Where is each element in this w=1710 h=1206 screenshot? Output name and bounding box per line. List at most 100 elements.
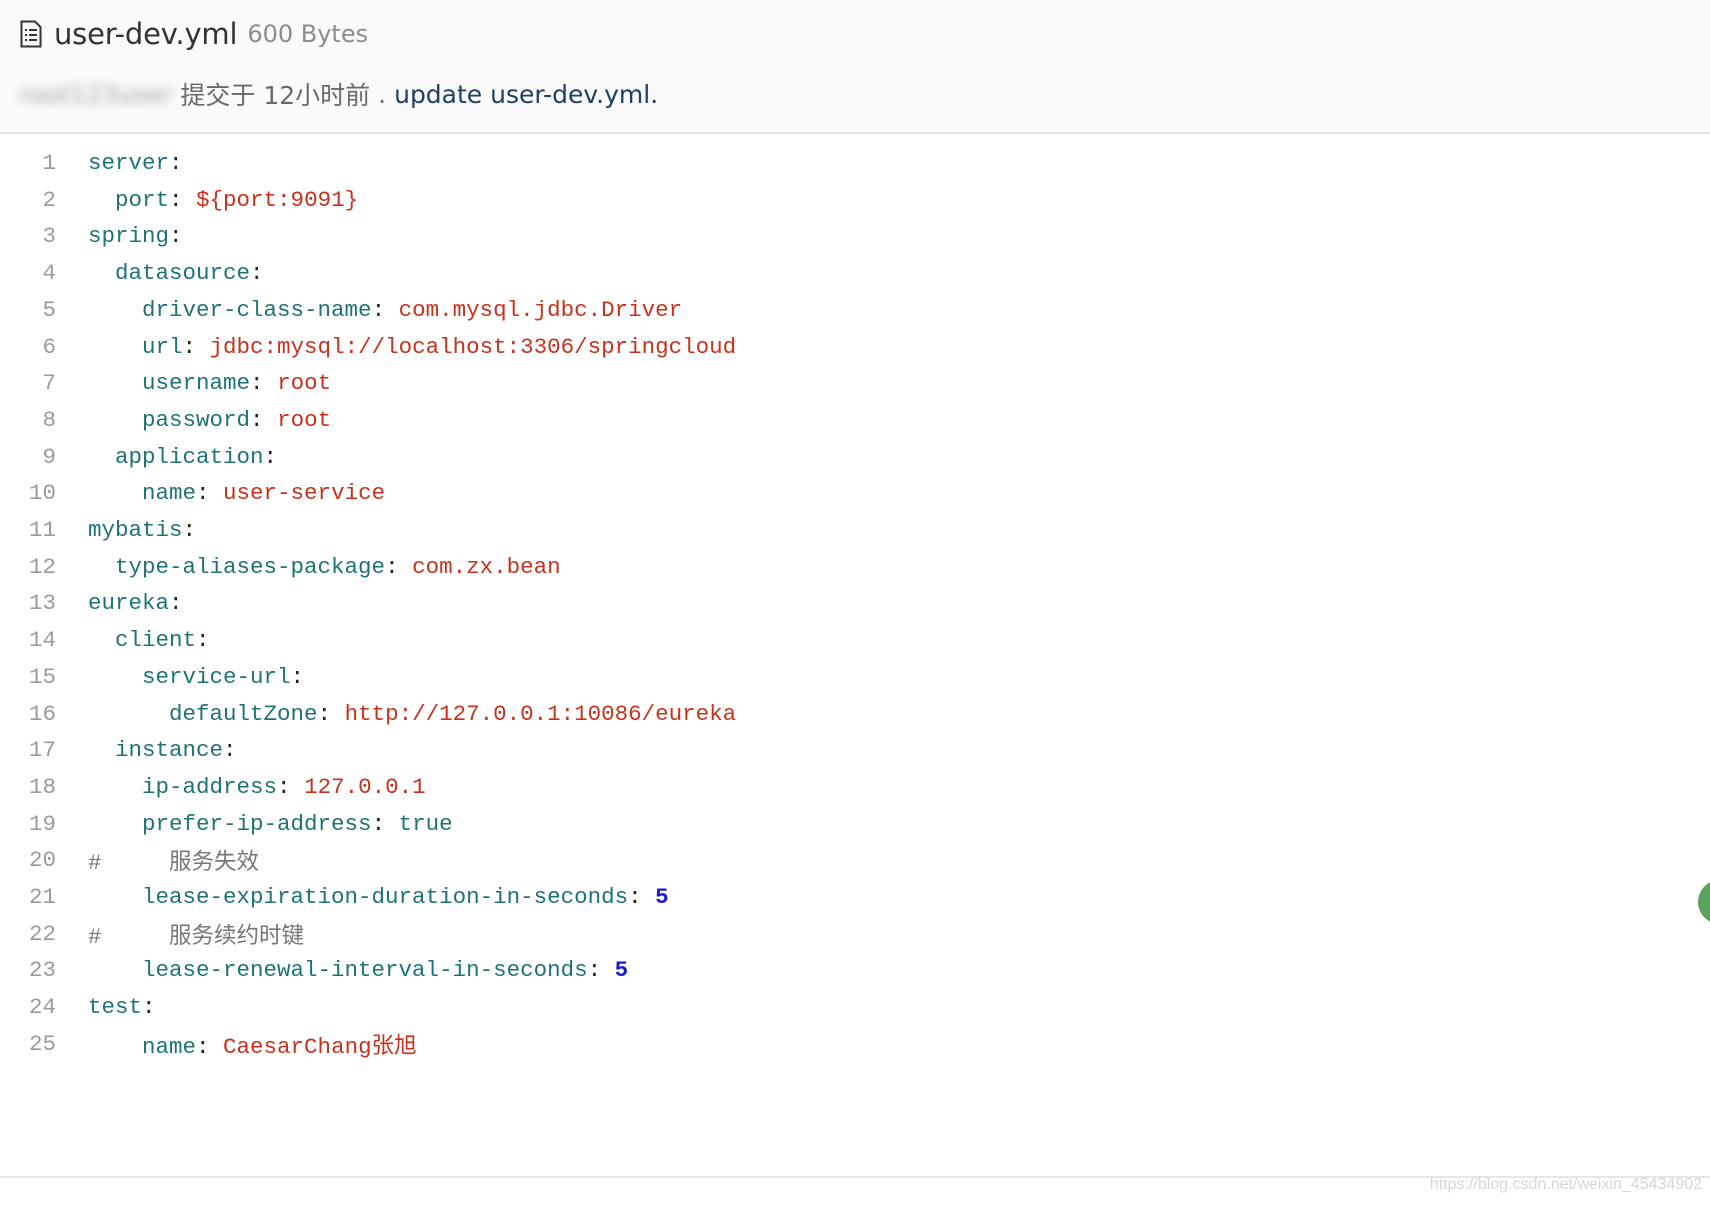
code-content: driver-class-name: com.mysql.jdbc.Driver — [88, 297, 682, 323]
yaml-key: driver-class-name — [142, 296, 372, 323]
code-line: 5 driver-class-name: com.mysql.jdbc.Driv… — [0, 290, 1700, 330]
yaml-colon: : — [142, 994, 156, 1021]
yaml-key: mybatis — [88, 517, 183, 543]
line-number[interactable]: 25 — [0, 1031, 56, 1057]
code-content: name: CaesarChang张旭 — [88, 1028, 417, 1060]
yaml-key: lease-expiration-duration-in-seconds — [142, 884, 629, 910]
yaml-colon: : — [196, 627, 210, 654]
code-content: server: — [88, 150, 183, 176]
code-line: 6 url: jdbc:mysql://localhost:3306/sprin… — [0, 327, 1700, 367]
code-content: lease-renewal-interval-in-seconds: 5 — [88, 957, 628, 983]
code-line: 25 name: CaesarChang张旭 — [0, 1024, 1700, 1064]
yaml-key: defaultZone — [169, 700, 318, 727]
commit-time: 提交于 12小时前 — [180, 81, 371, 110]
yaml-key: datasource — [115, 260, 251, 287]
code-line: 8 password: root — [0, 400, 1700, 440]
yaml-colon: : — [250, 406, 278, 433]
line-number[interactable]: 14 — [0, 627, 56, 653]
yaml-colon: : — [169, 150, 183, 176]
line-number[interactable]: 20 — [0, 847, 56, 873]
line-number[interactable]: 1 — [0, 150, 56, 176]
line-number[interactable]: 23 — [0, 957, 56, 983]
code-line: 21 lease-expiration-duration-in-seconds:… — [0, 877, 1700, 917]
yaml-colon: : — [250, 260, 264, 287]
yaml-value: true — [398, 810, 453, 837]
line-number[interactable]: 21 — [0, 884, 56, 910]
code-content: mybatis: — [88, 517, 196, 543]
code-content: url: jdbc:mysql://localhost:3306/springc… — [88, 334, 736, 360]
line-number[interactable]: 18 — [0, 774, 56, 800]
line-number[interactable]: 11 — [0, 517, 56, 543]
yaml-colon: : — [371, 810, 399, 837]
yaml-colon: : — [169, 590, 183, 617]
line-number[interactable]: 10 — [0, 480, 56, 506]
code-content: name: user-service — [88, 480, 385, 506]
yaml-value: CaesarChang张旭 — [223, 1033, 417, 1060]
line-number[interactable]: 19 — [0, 811, 56, 837]
code-content: datasource: — [88, 260, 264, 286]
yaml-colon: : — [385, 553, 413, 580]
yaml-key: test — [88, 994, 143, 1021]
yaml-colon: : — [263, 443, 278, 470]
yaml-key: name — [142, 1033, 197, 1060]
code-content: service-url: — [88, 664, 304, 690]
line-number[interactable]: 4 — [0, 260, 56, 286]
yaml-colon: : — [628, 884, 656, 910]
line-number[interactable]: 13 — [0, 590, 56, 616]
line-number[interactable]: 7 — [0, 370, 56, 396]
code-line: 4 datasource: — [0, 253, 1700, 293]
line-number[interactable]: 8 — [0, 407, 56, 433]
code-content: spring: — [88, 223, 183, 249]
code-content: application: — [88, 444, 277, 470]
yaml-key: url — [142, 333, 183, 360]
line-number[interactable]: 22 — [0, 921, 56, 947]
code-content: username: root — [88, 370, 331, 396]
code-line: 23 lease-renewal-interval-in-seconds: 5 — [0, 950, 1700, 990]
line-number[interactable]: 6 — [0, 334, 56, 360]
code-content: # 服务失效 — [88, 844, 259, 876]
yaml-key: service-url — [142, 663, 291, 690]
file-header: user-dev.yml 600 Bytes root123user 提交于 1… — [0, 0, 1710, 134]
code-content: test: — [88, 994, 156, 1020]
code-line: 7 username: root — [0, 363, 1700, 403]
line-number[interactable]: 5 — [0, 297, 56, 323]
line-number[interactable]: 24 — [0, 994, 56, 1020]
commit-message-link[interactable]: update user-dev.yml. — [394, 80, 658, 109]
line-number[interactable]: 9 — [0, 444, 56, 470]
yaml-colon: : — [182, 517, 197, 543]
code-line: 16 defaultZone: http://127.0.0.1:10086/e… — [0, 694, 1700, 734]
commit-info: root123user 提交于 12小时前 . update user-dev.… — [20, 74, 658, 114]
yaml-colon: : — [250, 370, 278, 397]
line-number[interactable]: 3 — [0, 223, 56, 249]
yaml-colon: : — [169, 223, 183, 250]
file-size: 600 Bytes — [247, 20, 369, 48]
yaml-value: 5 — [614, 957, 629, 984]
yaml-value: com.mysql.jdbc.Driver — [398, 296, 683, 323]
code-viewer: 1 server: 2 port: ${port:9091} 3 spring: 4 da… — [0, 140, 1710, 1174]
yaml-key: client — [115, 627, 197, 654]
line-number[interactable]: 12 — [0, 554, 56, 580]
line-number[interactable]: 15 — [0, 664, 56, 690]
yaml-value: http://127.0.0.1:10086/eureka — [344, 700, 737, 727]
commit-author[interactable]: root123user — [20, 80, 172, 109]
yaml-key: application — [115, 443, 264, 470]
yaml-colon: : — [196, 1033, 224, 1060]
code-content: password: root — [88, 407, 331, 433]
code-content: instance: — [88, 737, 237, 763]
yaml-colon: : — [169, 186, 197, 213]
line-number[interactable]: 2 — [0, 187, 56, 213]
line-number[interactable]: 17 — [0, 737, 56, 763]
line-number[interactable]: 16 — [0, 701, 56, 727]
code-line: 24 test: — [0, 987, 1700, 1027]
code-content: type-aliases-package: com.zx.bean — [88, 554, 561, 580]
yaml-key: instance — [115, 737, 224, 764]
